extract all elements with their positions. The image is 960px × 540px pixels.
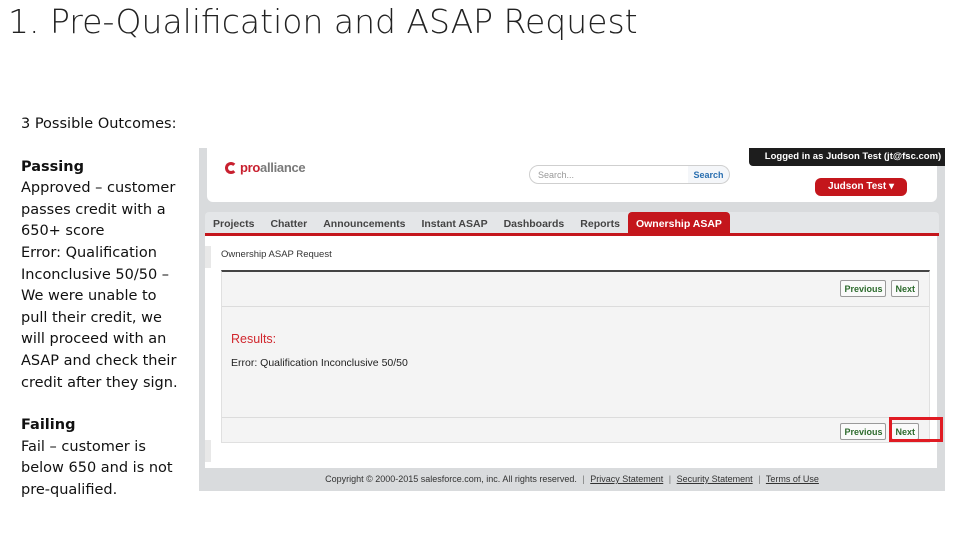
tab-instant-asap[interactable]: Instant ASAP <box>413 212 495 233</box>
page-title: Ownership ASAP Request <box>221 249 332 260</box>
passing-line: Approved – customer <box>21 180 176 197</box>
passing-line: will proceed with an <box>21 331 167 348</box>
tab-chatter[interactable]: Chatter <box>262 212 315 233</box>
app-screenshot: proalliance Search... Search Logged in a… <box>199 148 945 491</box>
passing-line: Error: Qualification <box>21 244 157 261</box>
previous-button[interactable]: Previous <box>840 423 887 440</box>
footer-separator: | <box>668 474 672 484</box>
logo-brand: pro <box>240 160 261 175</box>
passing-line: 650+ score <box>21 223 105 240</box>
failing-line: below 650 and is not <box>21 460 173 477</box>
passing-line: ASAP and check their <box>21 352 177 369</box>
passing-line: We were unable to <box>21 288 157 305</box>
failing-line: pre-qualified. <box>21 481 118 498</box>
app-header: proalliance Search... Search Logged in a… <box>207 148 945 202</box>
logo-text: proalliance <box>240 160 306 175</box>
failing-line: Fail – customer is <box>21 438 146 455</box>
nav-tabs: Projects Chatter Announcements Instant A… <box>205 212 939 236</box>
footer-separator: | <box>758 474 761 484</box>
footer-separator: | <box>582 474 585 484</box>
passing-line: credit after they sign. <box>21 374 178 391</box>
privacy-link[interactable]: Privacy Statement <box>590 474 663 484</box>
divider <box>222 417 929 418</box>
divider <box>222 306 929 307</box>
user-menu-button[interactable]: Judson Test ▾ <box>815 178 907 196</box>
logo-suffix: alliance <box>260 160 306 175</box>
search-input[interactable]: Search... <box>529 165 689 184</box>
previous-button[interactable]: Previous <box>840 280 887 297</box>
passing-line: passes credit with a <box>21 201 166 218</box>
tab-dashboards[interactable]: Dashboards <box>496 212 573 233</box>
results-text: Error: Qualification Inconclusive 50/50 <box>231 357 408 369</box>
passing-line: Inconclusive 50/50 – <box>21 266 170 283</box>
slide-title: 1. Pre-Qualification and ASAP Request <box>8 2 638 41</box>
logged-in-banner: Logged in as Judson Test (jt@fsc.com) <box>749 148 945 166</box>
outcome-notes: 3 Possible Outcomes: Passing Approved – … <box>21 114 193 502</box>
notes-intro: 3 Possible Outcomes: <box>21 116 177 132</box>
results-label: Results: <box>231 332 277 346</box>
sidebar-collapse-handle[interactable] <box>205 246 211 268</box>
sidebar-collapse-handle[interactable] <box>205 440 211 462</box>
main-panel: Ownership ASAP Request Previous Next Res… <box>205 236 937 468</box>
tab-reports[interactable]: Reports <box>572 212 628 233</box>
next-highlight-box <box>889 417 943 442</box>
terms-link[interactable]: Terms of Use <box>766 474 819 484</box>
search-button[interactable]: Search <box>688 165 730 184</box>
asap-request-form: Previous Next Results: Error: Qualificat… <box>221 270 930 443</box>
failing-heading: Failing <box>21 417 76 434</box>
notes-gap <box>21 394 193 415</box>
passing-heading: Passing <box>21 158 84 175</box>
security-link[interactable]: Security Statement <box>677 474 753 484</box>
tab-projects[interactable]: Projects <box>205 212 262 233</box>
page-footer: Copyright © 2000-2015 salesforce.com, in… <box>199 474 945 484</box>
next-button[interactable]: Next <box>891 280 919 297</box>
proalliance-logo[interactable]: proalliance <box>225 160 306 175</box>
tab-ownership-asap[interactable]: Ownership ASAP <box>627 212 730 233</box>
tab-announcements[interactable]: Announcements <box>315 212 413 233</box>
passing-line: pull their credit, we <box>21 309 162 326</box>
top-button-row: Previous Next <box>840 280 919 297</box>
copyright-text: Copyright © 2000-2015 salesforce.com, in… <box>325 474 577 484</box>
logo-swoosh-icon <box>225 161 237 174</box>
